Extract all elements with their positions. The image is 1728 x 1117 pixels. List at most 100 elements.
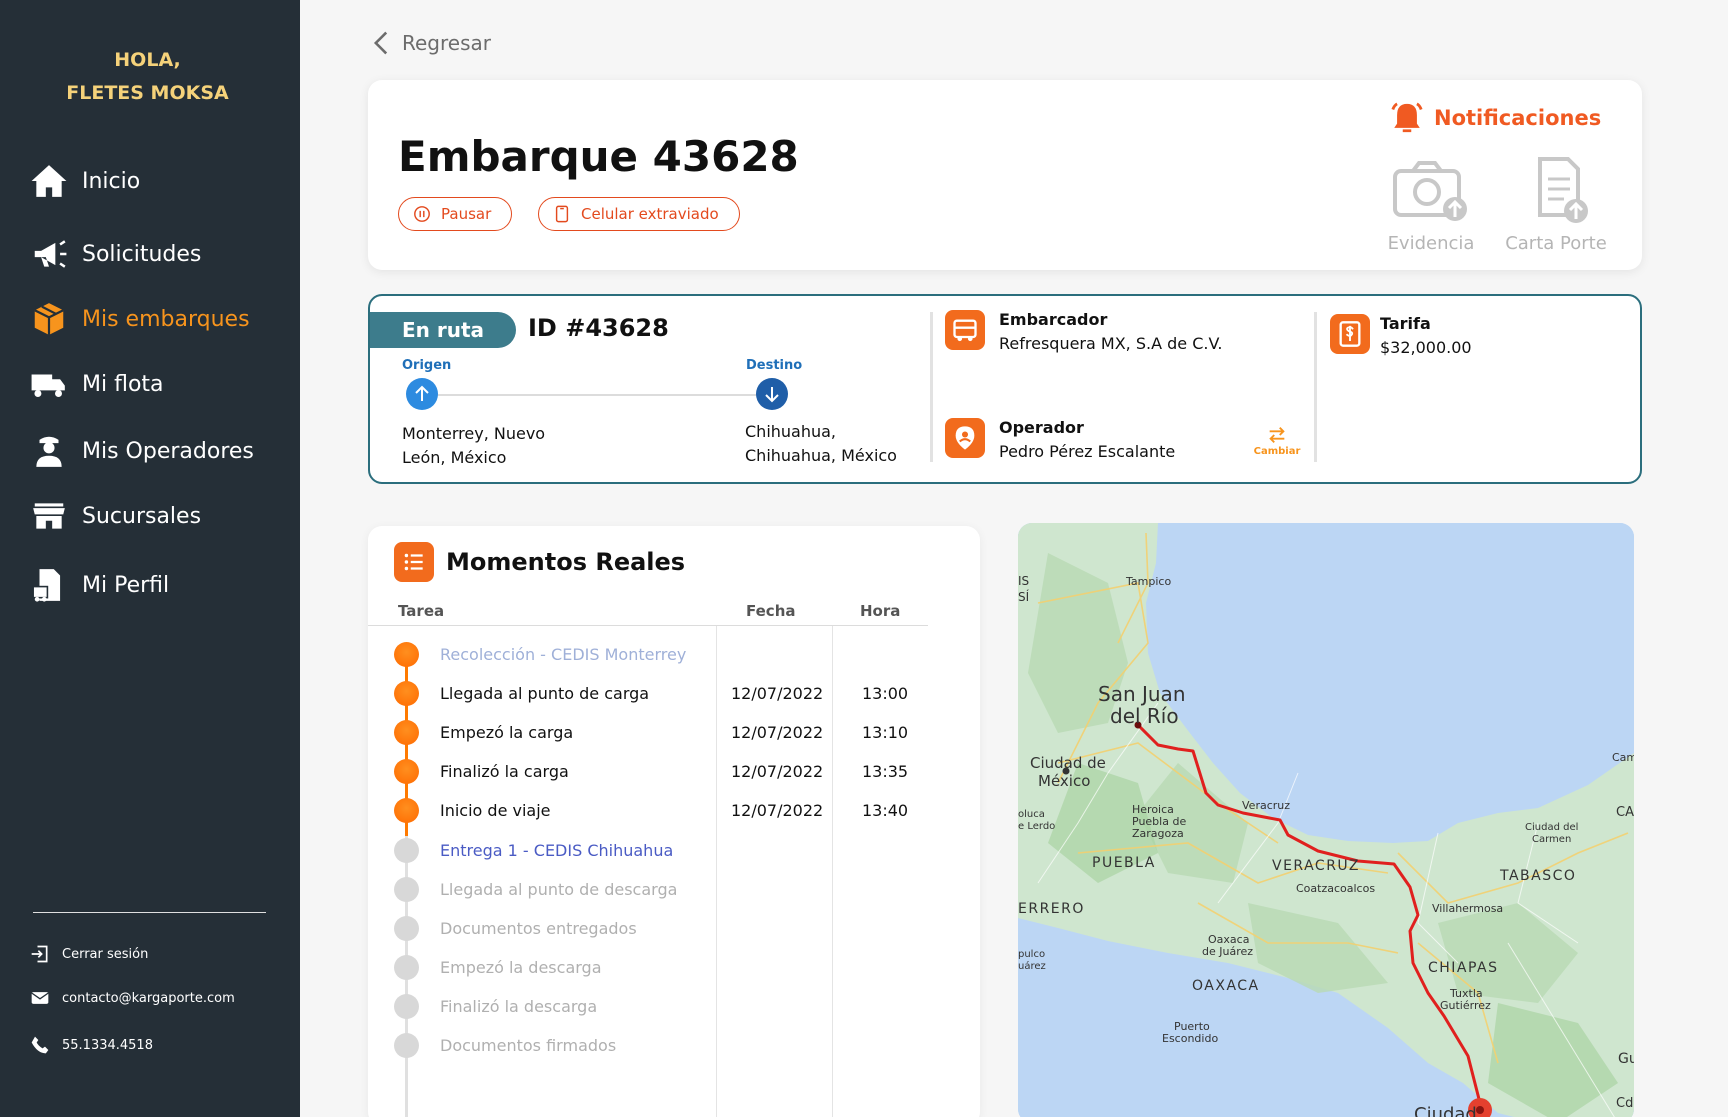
map-canvas: Tampico San Juan del Río Ciudad de Méxic… (1018, 523, 1634, 1117)
timeline-dot (394, 1033, 419, 1058)
table-header-divider (368, 625, 928, 626)
map-label: Cda (1616, 1096, 1634, 1111)
upload-evidence-button[interactable]: Evidencia (1371, 155, 1491, 254)
task-cell: Documentos firmados (440, 1036, 617, 1055)
lost-phone-button[interactable]: Celular extraviado (538, 197, 740, 231)
greeting: HOLA, FLETES MOKSA (0, 44, 295, 110)
table-row: Documentos firmados (368, 1030, 928, 1060)
map-label: PUEBLA (1092, 855, 1156, 871)
sidebar-item-mis-embarques[interactable]: Mis embarques (30, 300, 250, 338)
arrow-down-icon (765, 387, 779, 403)
receipt-dollar-icon (1339, 321, 1361, 347)
sidebar-item-label: Sucursales (82, 503, 202, 529)
sidebar-item-mis-operadores[interactable]: Mis Operadores (30, 432, 254, 470)
back-button[interactable]: Regresar (372, 30, 491, 56)
shipment-summary-card: En ruta ID #43628 Origen Destino Monterr… (368, 294, 1642, 484)
time-cell: 13:10 (862, 723, 909, 742)
map-label: Carmen (1532, 834, 1571, 845)
timeline-dot (394, 994, 419, 1019)
task-cell: Entrega 1 - CEDIS Chihuahua (440, 841, 674, 860)
list-icon (404, 553, 423, 571)
map-label: ERRERO (1018, 901, 1085, 917)
table-row: Entrega 1 - CEDIS Chihuahua (368, 835, 928, 865)
map-label: uárez (1018, 960, 1046, 972)
timeline-dot (394, 720, 419, 745)
table-row: Llegada al punto de descarga (368, 874, 928, 904)
map-label: Veracruz (1242, 799, 1290, 812)
timeline-dot (394, 681, 419, 706)
rate-icon-box (1330, 314, 1370, 354)
task-cell: Inicio de viaje (440, 801, 551, 820)
sidebar-item-sucursales[interactable]: Sucursales (30, 497, 201, 535)
summary-divider (930, 312, 933, 462)
map-label: Gu (1618, 1051, 1634, 1067)
table-row: Documentos entregados (368, 913, 928, 943)
shipper-value: Refresquera MX, S.A de C.V. (999, 334, 1223, 353)
map-label: México (1038, 772, 1090, 790)
truck-icon (31, 374, 65, 397)
shipment-header-card: Embarque 43628 Pausar Celular extraviado… (368, 80, 1642, 270)
time-cell: 13:00 (862, 684, 909, 703)
route-map[interactable]: Tampico San Juan del Río Ciudad de Méxic… (1018, 523, 1634, 1117)
date-cell: 12/07/2022 (731, 684, 824, 703)
profile-icon (32, 569, 61, 602)
operator-value: Pedro Pérez Escalante (999, 442, 1176, 461)
shipper-label: Embarcador (999, 310, 1108, 329)
rate-label: Tarifa (1380, 314, 1431, 333)
map-label: Coatzacoalcos (1296, 882, 1375, 895)
column-header-task: Tarea (398, 602, 445, 620)
map-label: Escondido (1162, 1032, 1218, 1045)
map-label: TABASCO (1499, 868, 1576, 884)
map-label: CHIAPAS (1428, 960, 1499, 976)
greeting-line-1: HOLA, (114, 49, 181, 71)
table-row: Inicio de viaje 12/07/2022 13:40 (368, 795, 928, 825)
sidebar-item-label: Mi Perfil (82, 572, 170, 598)
pause-icon (414, 206, 430, 222)
route-end-marker-center (1476, 1106, 1484, 1114)
map-label: Ciudad de (1030, 754, 1106, 772)
task-cell: Finalizó la descarga (440, 997, 598, 1016)
sidebar-item-inicio[interactable]: Inicio (30, 162, 140, 200)
camera-upload-icon (1393, 161, 1467, 221)
sidebar-item-mi-perfil[interactable]: Mi Perfil (30, 566, 169, 604)
table-row: Finalizó la carga 12/07/2022 13:35 (368, 756, 928, 786)
task-cell: Finalizó la carga (440, 762, 569, 781)
map-label: Ciudad (1414, 1104, 1477, 1117)
map-label: IS (1018, 574, 1029, 588)
task-cell: Empezó la carga (440, 723, 574, 742)
task-cell: Llegada al punto de descarga (440, 880, 678, 899)
bell-icon (1391, 102, 1423, 133)
task-cell: Empezó la descarga (440, 958, 602, 977)
sidebar-item-solicitudes[interactable]: Solicitudes (30, 235, 201, 273)
change-operator-button[interactable]: Cambiar (1250, 424, 1304, 457)
timeline-dot (394, 916, 419, 941)
origin-line-2: León, México (402, 448, 507, 467)
task-cell: Llegada al punto de carga (440, 684, 650, 703)
timeline-dot (394, 798, 419, 823)
sidebar-item-mi-flota[interactable]: Mi flota (30, 365, 164, 403)
map-label: CA (1616, 805, 1634, 820)
notifications-button[interactable]: Notificaciones (1390, 100, 1601, 136)
origin-marker (406, 378, 438, 410)
sidebar: HOLA, FLETES MOKSA Inicio Solicitudes Mi… (0, 0, 300, 1117)
phone-icon (31, 1036, 49, 1054)
upload-carta-porte-button[interactable]: Carta Porte (1496, 155, 1616, 254)
time-cell: 13:35 (862, 762, 909, 781)
table-row: Empezó la carga 12/07/2022 13:10 (368, 717, 928, 747)
arrow-up-icon (415, 385, 429, 401)
map-label: Cam (1612, 751, 1634, 764)
back-label: Regresar (402, 31, 491, 55)
greeting-line-2: FLETES MOKSA (66, 82, 229, 104)
table-row: Recolección - CEDIS Monterrey (368, 639, 928, 669)
rate-value: $32,000.00 (1380, 338, 1472, 357)
date-cell: 12/07/2022 (731, 801, 824, 820)
column-header-date: Fecha (746, 602, 796, 620)
home-icon (31, 165, 67, 197)
logout-link[interactable]: Cerrar sesión (30, 944, 148, 964)
destination-line-1: Chihuahua, (745, 422, 837, 441)
map-label: VERACRUZ (1272, 858, 1360, 874)
shipment-id: ID #43628 (528, 314, 669, 342)
sidebar-item-label: Solicitudes (82, 241, 202, 267)
pause-button[interactable]: Pausar (398, 197, 513, 231)
table-row: Empezó la descarga (368, 952, 928, 982)
